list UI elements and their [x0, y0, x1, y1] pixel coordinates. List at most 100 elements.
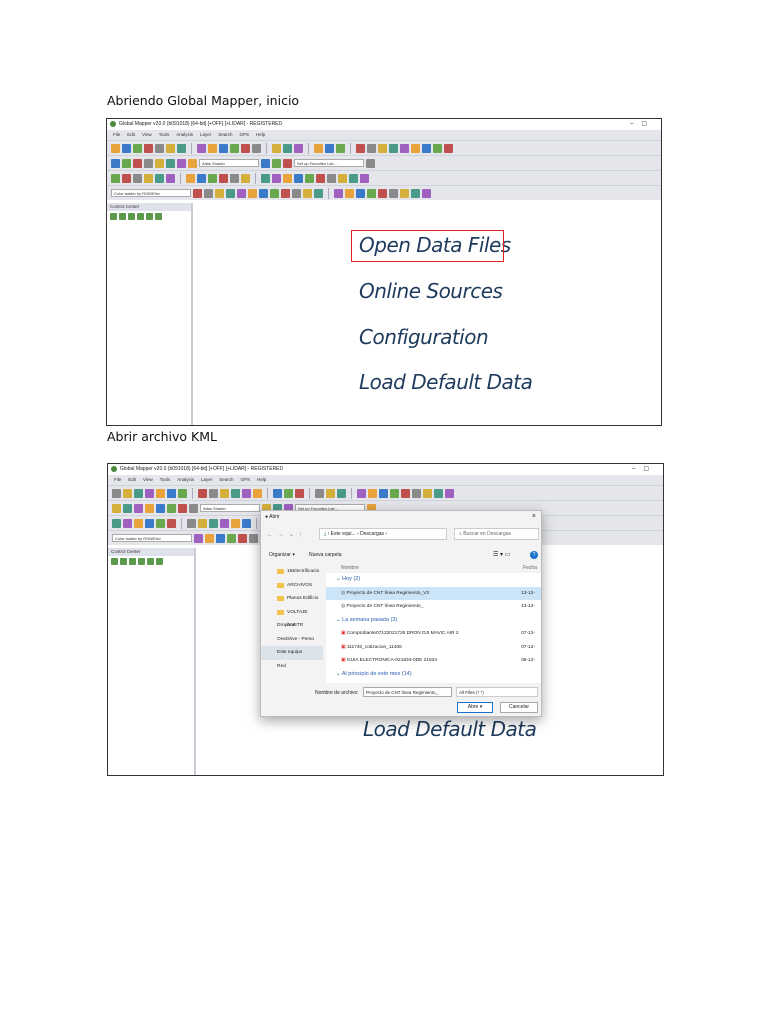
menu-edit[interactable]: Edit — [127, 132, 135, 137]
toolbar-tool-icon[interactable] — [281, 188, 290, 198]
toolbar-tool-icon[interactable] — [166, 173, 175, 183]
toolbar-tool-icon[interactable] — [422, 188, 431, 198]
toolbar-tool-icon[interactable] — [389, 143, 398, 153]
toolbar-tool-icon[interactable] — [188, 158, 197, 168]
toolbar-tool-icon[interactable] — [112, 518, 121, 528]
menu-analysis[interactable]: Analysis — [177, 477, 194, 482]
toolbar-tool-icon[interactable] — [434, 488, 443, 498]
toolbar-tool-icon[interactable] — [283, 158, 292, 168]
toolbar-tool-icon[interactable] — [261, 173, 270, 183]
file-row[interactable]: ▣ GUIA ELECTRONICA-021834-0DE 21834 06-12… — [326, 654, 541, 668]
toolbar-tool-icon[interactable] — [242, 518, 251, 528]
shader-select[interactable]: Atlas Shader — [200, 504, 260, 512]
toolbar-tool-icon[interactable] — [241, 143, 250, 153]
toolbar-tool-icon[interactable] — [167, 503, 176, 513]
online-sources-link[interactable]: Online Sources — [359, 279, 503, 303]
toolbar-tool-icon[interactable] — [356, 143, 365, 153]
menu-tools[interactable]: Tools — [159, 132, 170, 137]
toolbar-tool-icon[interactable] — [411, 188, 420, 198]
toolbar-tool-icon[interactable] — [273, 488, 282, 498]
toolbar-tool-icon[interactable] — [366, 158, 375, 168]
toolbar-tool-icon[interactable] — [205, 533, 214, 543]
toolbar-tool-icon[interactable] — [198, 518, 207, 528]
toolbar-tool-icon[interactable] — [401, 488, 410, 498]
toolbar-tool-icon[interactable] — [111, 158, 120, 168]
toolbar-tool-icon[interactable] — [144, 158, 153, 168]
toolbar-tool-icon[interactable] — [272, 173, 281, 183]
path-segment[interactable]: Descargas — [360, 531, 384, 537]
layer-tool-icon[interactable] — [129, 558, 136, 565]
toolbar-tool-icon[interactable] — [379, 488, 388, 498]
toolbar-tool-icon[interactable] — [295, 488, 304, 498]
toolbar-tool-icon[interactable] — [356, 188, 365, 198]
toolbar-tool-icon[interactable] — [197, 143, 206, 153]
toolbar-tool-icon[interactable] — [111, 143, 120, 153]
organize-button[interactable]: Organizar ▾ — [269, 552, 295, 558]
toolbar-tool-icon[interactable] — [123, 518, 132, 528]
toolbar-tool-icon[interactable] — [292, 188, 301, 198]
menu-view[interactable]: View — [143, 477, 153, 482]
file-type-select[interactable]: All Files (*.*) — [456, 687, 538, 697]
toolbar-tool-icon[interactable] — [193, 188, 202, 198]
search-input[interactable]: ⌕ Buscar en Descargas — [454, 528, 539, 540]
load-default-data-link[interactable]: Load Default Data — [359, 370, 533, 394]
toolbar-tool-icon[interactable] — [133, 158, 142, 168]
toolbar-tool-icon[interactable] — [111, 173, 120, 183]
toolbar-tool-icon[interactable] — [336, 143, 345, 153]
toolbar-tool-icon[interactable] — [155, 143, 164, 153]
toolbar-tool-icon[interactable] — [230, 143, 239, 153]
toolbar-tool-icon[interactable] — [367, 143, 376, 153]
toolbar-tool-icon[interactable] — [177, 158, 186, 168]
toolbar-tool-icon[interactable] — [241, 173, 250, 183]
toolbar-tool-icon[interactable] — [357, 488, 366, 498]
toolbar-tool-icon[interactable] — [177, 143, 186, 153]
file-row[interactable]: ▣ 111740_cotizacion_11406 07-12- — [326, 641, 541, 655]
toolbar-tool-icon[interactable] — [208, 143, 217, 153]
help-icon[interactable]: ? — [530, 551, 538, 559]
toolbar-tool-icon[interactable] — [134, 503, 143, 513]
toolbar-tool-icon[interactable] — [270, 188, 279, 198]
toolbar-tool-icon[interactable] — [189, 503, 198, 513]
configuration-link[interactable]: Configuration — [359, 325, 489, 349]
toolbar-tool-icon[interactable] — [349, 173, 358, 183]
toolbar-tool-icon[interactable] — [259, 188, 268, 198]
toolbar-tool-icon[interactable] — [187, 518, 196, 528]
toolbar-tool-icon[interactable] — [368, 488, 377, 498]
nav-item[interactable]: 15Electrificacio — [261, 565, 323, 579]
toolbar-tool-icon[interactable] — [400, 188, 409, 198]
toolbar-tool-icon[interactable] — [327, 173, 336, 183]
menu-help[interactable]: Help — [257, 477, 266, 482]
toolbar-tool-icon[interactable] — [334, 188, 343, 198]
toolbar-tool-icon[interactable] — [122, 158, 131, 168]
toolbar-tool-icon[interactable] — [198, 488, 207, 498]
layer-tool-icon[interactable] — [156, 558, 163, 565]
filename-input[interactable]: Proyecto de CNT línea Regimiento_ — [363, 687, 452, 697]
nav-item[interactable]: Dropbox — [261, 619, 323, 633]
toolbar-tool-icon[interactable] — [208, 173, 217, 183]
toolbar-tool-icon[interactable] — [367, 188, 376, 198]
column-date[interactable]: Fecha — [523, 565, 537, 571]
toolbar-tool-icon[interactable] — [144, 173, 153, 183]
toolbar-tool-icon[interactable] — [294, 143, 303, 153]
toolbar-tool-icon[interactable] — [422, 143, 431, 153]
fav-select[interactable]: Set up Favorites List... — [294, 159, 364, 167]
toolbar-tool-icon[interactable] — [220, 518, 229, 528]
cancel-button[interactable]: Cancelar — [500, 702, 538, 713]
menu-view[interactable]: View — [142, 132, 152, 137]
toolbar-tool-icon[interactable] — [272, 143, 281, 153]
layer-tool-icon[interactable] — [137, 213, 144, 220]
open-button[interactable]: Abre ▾ — [457, 702, 493, 713]
toolbar-tool-icon[interactable] — [360, 173, 369, 183]
toolbar-tool-icon[interactable] — [237, 188, 246, 198]
toolbar-tool-icon[interactable] — [156, 503, 165, 513]
layer-tool-icon[interactable] — [155, 213, 162, 220]
toolbar-tool-icon[interactable] — [315, 488, 324, 498]
toolbar-tool-icon[interactable] — [145, 488, 154, 498]
toolbar-tool-icon[interactable] — [314, 188, 323, 198]
toolbar-tool-icon[interactable] — [305, 173, 314, 183]
menu-file[interactable]: File — [114, 477, 121, 482]
layer-tool-icon[interactable] — [119, 213, 126, 220]
toolbar-tool-icon[interactable] — [378, 188, 387, 198]
layer-tool-icon[interactable] — [138, 558, 145, 565]
toolbar-tool-icon[interactable] — [433, 143, 442, 153]
